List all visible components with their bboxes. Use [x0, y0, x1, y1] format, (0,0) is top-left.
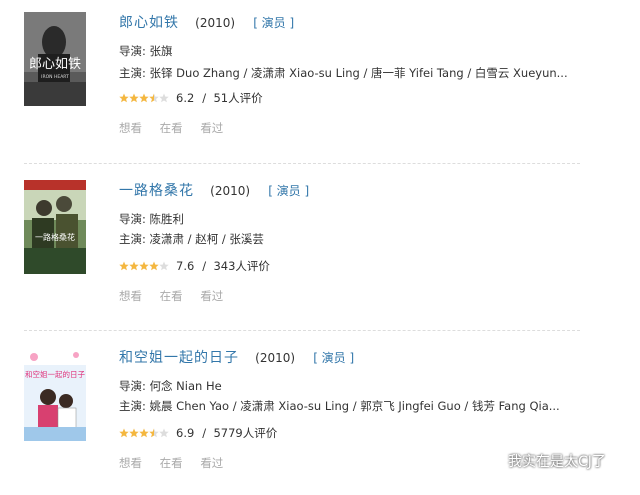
- divider: [24, 330, 580, 331]
- watching-link[interactable]: 在看: [160, 121, 183, 135]
- star-rating: [119, 261, 169, 271]
- watermark: 我实在是太CJ了: [478, 448, 606, 474]
- rating-score: 6.9: [176, 426, 195, 440]
- want-to-watch-link[interactable]: 想看: [119, 289, 142, 303]
- rating-separator: /: [202, 426, 214, 440]
- director-line: 导演: 何念 Nian He: [119, 379, 222, 393]
- movie-title-link[interactable]: 一路格桑花: [119, 183, 194, 199]
- rating-score: 7.6: [176, 259, 195, 273]
- poster-title-3: 和空姐一起的日子: [25, 369, 85, 379]
- star-rating: [119, 93, 169, 103]
- want-to-watch-link[interactable]: 想看: [119, 121, 142, 135]
- rating-row: 6.2 / 51人评价: [119, 90, 263, 106]
- cast-line: 主演: 凌潇肃 / 赵柯 / 张溪芸: [119, 232, 264, 246]
- star-half-icon: [149, 428, 159, 438]
- star-full-icon: [119, 261, 129, 271]
- watching-link[interactable]: 在看: [160, 289, 183, 303]
- watched-link[interactable]: 看过: [200, 121, 223, 135]
- role-badge[interactable]: [ 演员 ]: [313, 351, 354, 365]
- cast-line: 主演: 姚晨 Chen Yao / 凌潇肃 Xiao-su Ling / 郭京飞…: [119, 399, 560, 413]
- watermark-text: 我实在是太CJ了: [508, 454, 606, 470]
- star-empty-icon: [159, 428, 169, 438]
- svg-text:IRON HEART: IRON HEART: [41, 74, 69, 80]
- vote-count[interactable]: 343人评价: [213, 258, 269, 274]
- movie-year: (2010): [210, 184, 251, 198]
- movie-title-row-2: 一路格桑花 (2010) [ 演员 ]: [119, 180, 309, 200]
- star-empty-icon: [159, 261, 169, 271]
- star-empty-icon: [159, 93, 169, 103]
- star-full-icon: [119, 428, 129, 438]
- role-badge[interactable]: [ 演员 ]: [253, 16, 294, 30]
- action-links: 想看 在看 看过: [119, 288, 237, 304]
- rating-row: 6.9 / 5779人评价: [119, 425, 277, 441]
- poster-title-2: 一路格桑花: [35, 232, 75, 242]
- movie-title-row-3: 和空姐一起的日子 (2010) [ 演员 ]: [119, 347, 354, 367]
- movie-poster-1[interactable]: 郎心如铁 IRON HEART: [24, 12, 86, 106]
- director-line: 导演: 陈胜利: [119, 212, 185, 226]
- star-full-icon: [149, 261, 159, 271]
- star-full-icon: [139, 428, 149, 438]
- movie-year: (2010): [195, 16, 236, 30]
- rating-separator: /: [202, 91, 214, 105]
- action-links: 想看 在看 看过: [119, 120, 237, 136]
- divider: [24, 163, 580, 164]
- movie-item-2: 一路格桑花 一路格桑花 (2010) [ 演员 ] 导演: 陈胜利 主演: 凌潇…: [0, 168, 640, 328]
- movie-item-1: 郎心如铁 IRON HEART 郎心如铁 (2010) [ 演员 ] 导演: 张…: [0, 0, 640, 160]
- watching-link[interactable]: 在看: [160, 456, 183, 470]
- wechat-icon: [478, 449, 502, 473]
- movie-title-row-1: 郎心如铁 (2010) [ 演员 ]: [119, 12, 294, 32]
- star-full-icon: [139, 261, 149, 271]
- cast-line: 主演: 张铎 Duo Zhang / 凌潇肃 Xiao-su Ling / 唐一…: [119, 66, 568, 80]
- director-line: 导演: 张旗: [119, 44, 173, 58]
- want-to-watch-link[interactable]: 想看: [119, 456, 142, 470]
- star-full-icon: [129, 428, 139, 438]
- vote-count[interactable]: 5779人评价: [213, 425, 277, 441]
- movie-poster-2[interactable]: 一路格桑花: [24, 180, 86, 274]
- rating-score: 6.2: [176, 91, 195, 105]
- watched-link[interactable]: 看过: [200, 456, 223, 470]
- movie-title-link[interactable]: 和空姐一起的日子: [119, 350, 239, 366]
- star-full-icon: [129, 93, 139, 103]
- vote-count[interactable]: 51人评价: [213, 90, 262, 106]
- poster-title-1: 郎心如铁: [29, 56, 81, 72]
- rating-separator: /: [202, 259, 214, 273]
- movie-poster-3[interactable]: 和空姐一起的日子: [24, 347, 86, 441]
- star-full-icon: [129, 261, 139, 271]
- star-full-icon: [139, 93, 149, 103]
- movie-year: (2010): [255, 351, 296, 365]
- role-badge[interactable]: [ 演员 ]: [268, 184, 309, 198]
- rating-row: 7.6 / 343人评价: [119, 258, 270, 274]
- action-links: 想看 在看 看过: [119, 455, 237, 471]
- watched-link[interactable]: 看过: [200, 289, 223, 303]
- star-rating: [119, 428, 169, 438]
- movie-title-link[interactable]: 郎心如铁: [119, 15, 179, 31]
- star-full-icon: [119, 93, 129, 103]
- star-half-icon: [149, 93, 159, 103]
